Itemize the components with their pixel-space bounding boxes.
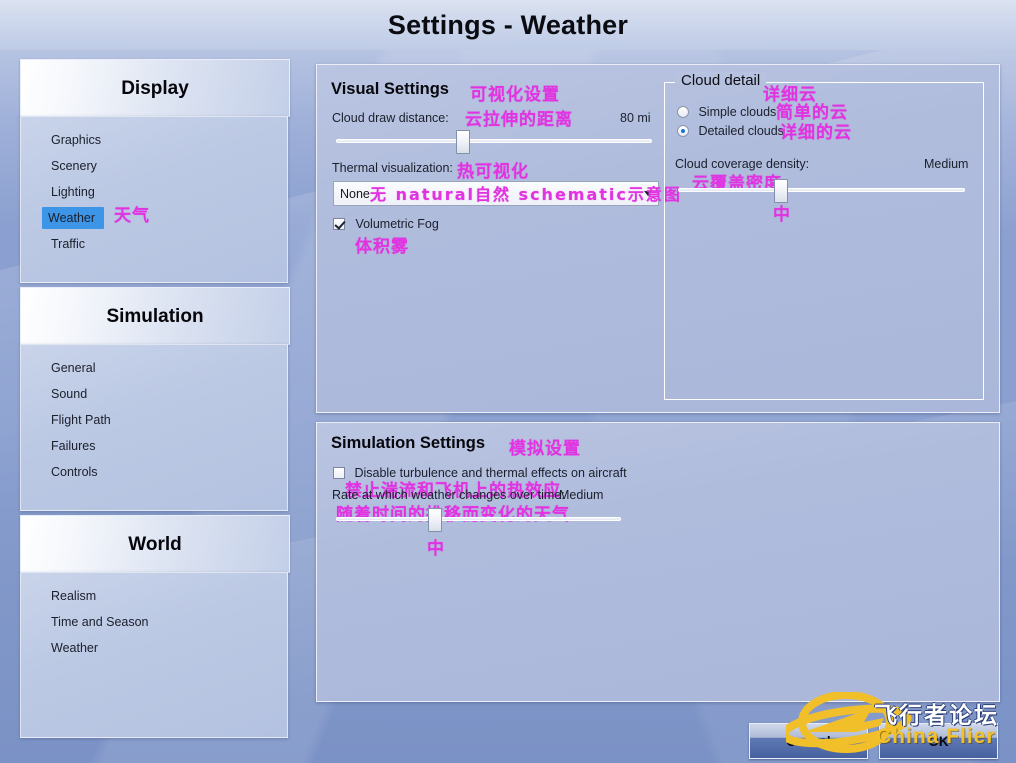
- sidebar-item-flight-path[interactable]: Flight Path: [21, 407, 287, 433]
- title-bar: Settings - Weather: [0, 0, 1016, 50]
- sidebar-header-label: Display: [121, 77, 189, 99]
- sidebar-item-label: Graphics: [51, 133, 102, 147]
- sidebar-item-label: Weather: [51, 641, 99, 655]
- weather-change-rate-label: Rate at which weather changes over time:: [332, 488, 565, 502]
- slider-track: [678, 188, 965, 192]
- sidebar-list-display[interactable]: Graphics Scenery Lighting Weather Traffi…: [20, 116, 288, 283]
- volumetric-fog-row[interactable]: Volumetric Fog: [333, 215, 439, 233]
- sidebar-group-header-display: Display: [20, 59, 290, 117]
- detailed-clouds-radio[interactable]: [677, 124, 689, 137]
- weather-change-rate-slider[interactable]: [336, 508, 621, 532]
- sidebar-item-label: Failures: [51, 439, 96, 453]
- slider-thumb[interactable]: [428, 508, 442, 532]
- sidebar-group-header-world: World: [20, 515, 290, 573]
- cloud-detail-legend: Cloud detail: [675, 72, 767, 89]
- cancel-button[interactable]: Cancel: [749, 723, 868, 759]
- slider-track: [336, 517, 621, 521]
- ok-button[interactable]: OK: [879, 723, 998, 759]
- sidebar-item-failures[interactable]: Failures: [21, 433, 287, 459]
- cloud-draw-distance-value: 80 mi: [620, 111, 651, 125]
- sidebar-item-sound[interactable]: Sound: [21, 381, 287, 407]
- sidebar-header-label: World: [128, 533, 182, 555]
- weather-change-rate-value: Medium: [559, 488, 604, 502]
- sidebar-item-label: Realism: [51, 589, 97, 603]
- thermal-visualization-dropdown[interactable]: None: [333, 181, 659, 206]
- cloud-draw-distance-slider[interactable]: [336, 130, 652, 154]
- cloud-draw-distance-label: Cloud draw distance:: [332, 111, 449, 125]
- sidebar-item-label: Controls: [51, 465, 98, 479]
- sidebar-item-graphics[interactable]: Graphics: [21, 127, 287, 153]
- sidebar-item-weather[interactable]: Weather: [21, 205, 287, 231]
- sidebar-item-weather-world[interactable]: Weather: [21, 635, 287, 661]
- slider-thumb[interactable]: [774, 179, 788, 203]
- thermal-visualization-label: Thermal visualization:: [332, 161, 453, 175]
- cancel-button-label: Cancel: [786, 733, 831, 749]
- simulation-settings-title: Simulation Settings: [331, 434, 486, 452]
- disable-turbulence-row[interactable]: Disable turbulence and thermal effects o…: [333, 464, 627, 482]
- sidebar-item-realism[interactable]: Realism: [21, 583, 287, 609]
- sidebar-header-label: Simulation: [106, 305, 204, 327]
- disable-turbulence-label: Disable turbulence and thermal effects o…: [354, 466, 627, 480]
- sidebar-item-general[interactable]: General: [21, 355, 287, 381]
- sidebar-item-label: Time and Season: [51, 615, 149, 629]
- sidebar-item-lighting[interactable]: Lighting: [21, 179, 287, 205]
- volumetric-fog-label: Volumetric Fog: [355, 217, 439, 231]
- simple-clouds-label: Simple clouds: [698, 105, 777, 119]
- sidebar-item-controls[interactable]: Controls: [21, 459, 287, 485]
- slider-track: [336, 139, 652, 143]
- sidebar-group-header-simulation: Simulation: [20, 287, 290, 345]
- cloud-coverage-density-label: Cloud coverage density:: [675, 157, 810, 171]
- simple-clouds-row[interactable]: Simple clouds: [677, 103, 776, 121]
- simple-clouds-radio[interactable]: [677, 105, 689, 118]
- sidebar-item-label: Flight Path: [51, 413, 111, 427]
- sidebar-list-simulation[interactable]: General Sound Flight Path Failures Contr…: [20, 344, 288, 511]
- visual-settings-title: Visual Settings: [331, 80, 449, 98]
- sidebar-item-scenery[interactable]: Scenery: [21, 153, 287, 179]
- cloud-coverage-density-slider[interactable]: [678, 179, 965, 203]
- page-title: Settings - Weather: [387, 9, 629, 40]
- sidebar-item-label: Weather: [48, 211, 96, 225]
- detailed-clouds-label: Detailed clouds: [698, 124, 784, 138]
- cloud-coverage-density-value: Medium: [924, 157, 969, 171]
- dropdown-value: None: [340, 186, 370, 201]
- sidebar-item-time-and-season[interactable]: Time and Season: [21, 609, 287, 635]
- slider-thumb[interactable]: [456, 130, 470, 154]
- sidebar-item-label: Lighting: [51, 185, 95, 199]
- sidebar-item-label: Scenery: [51, 159, 97, 173]
- sidebar-list-world[interactable]: Realism Time and Season Weather: [20, 572, 288, 738]
- chevron-down-icon: [644, 191, 652, 196]
- sidebar-item-label: Sound: [51, 387, 88, 401]
- detailed-clouds-row[interactable]: Detailed clouds: [677, 122, 784, 140]
- volumetric-fog-checkbox[interactable]: [333, 217, 345, 230]
- ok-button-label: OK: [928, 733, 949, 749]
- disable-turbulence-checkbox[interactable]: [333, 466, 345, 479]
- sidebar-item-traffic[interactable]: Traffic: [21, 231, 287, 257]
- sidebar-item-label: Traffic: [51, 237, 86, 251]
- sidebar-item-label: General: [51, 361, 96, 375]
